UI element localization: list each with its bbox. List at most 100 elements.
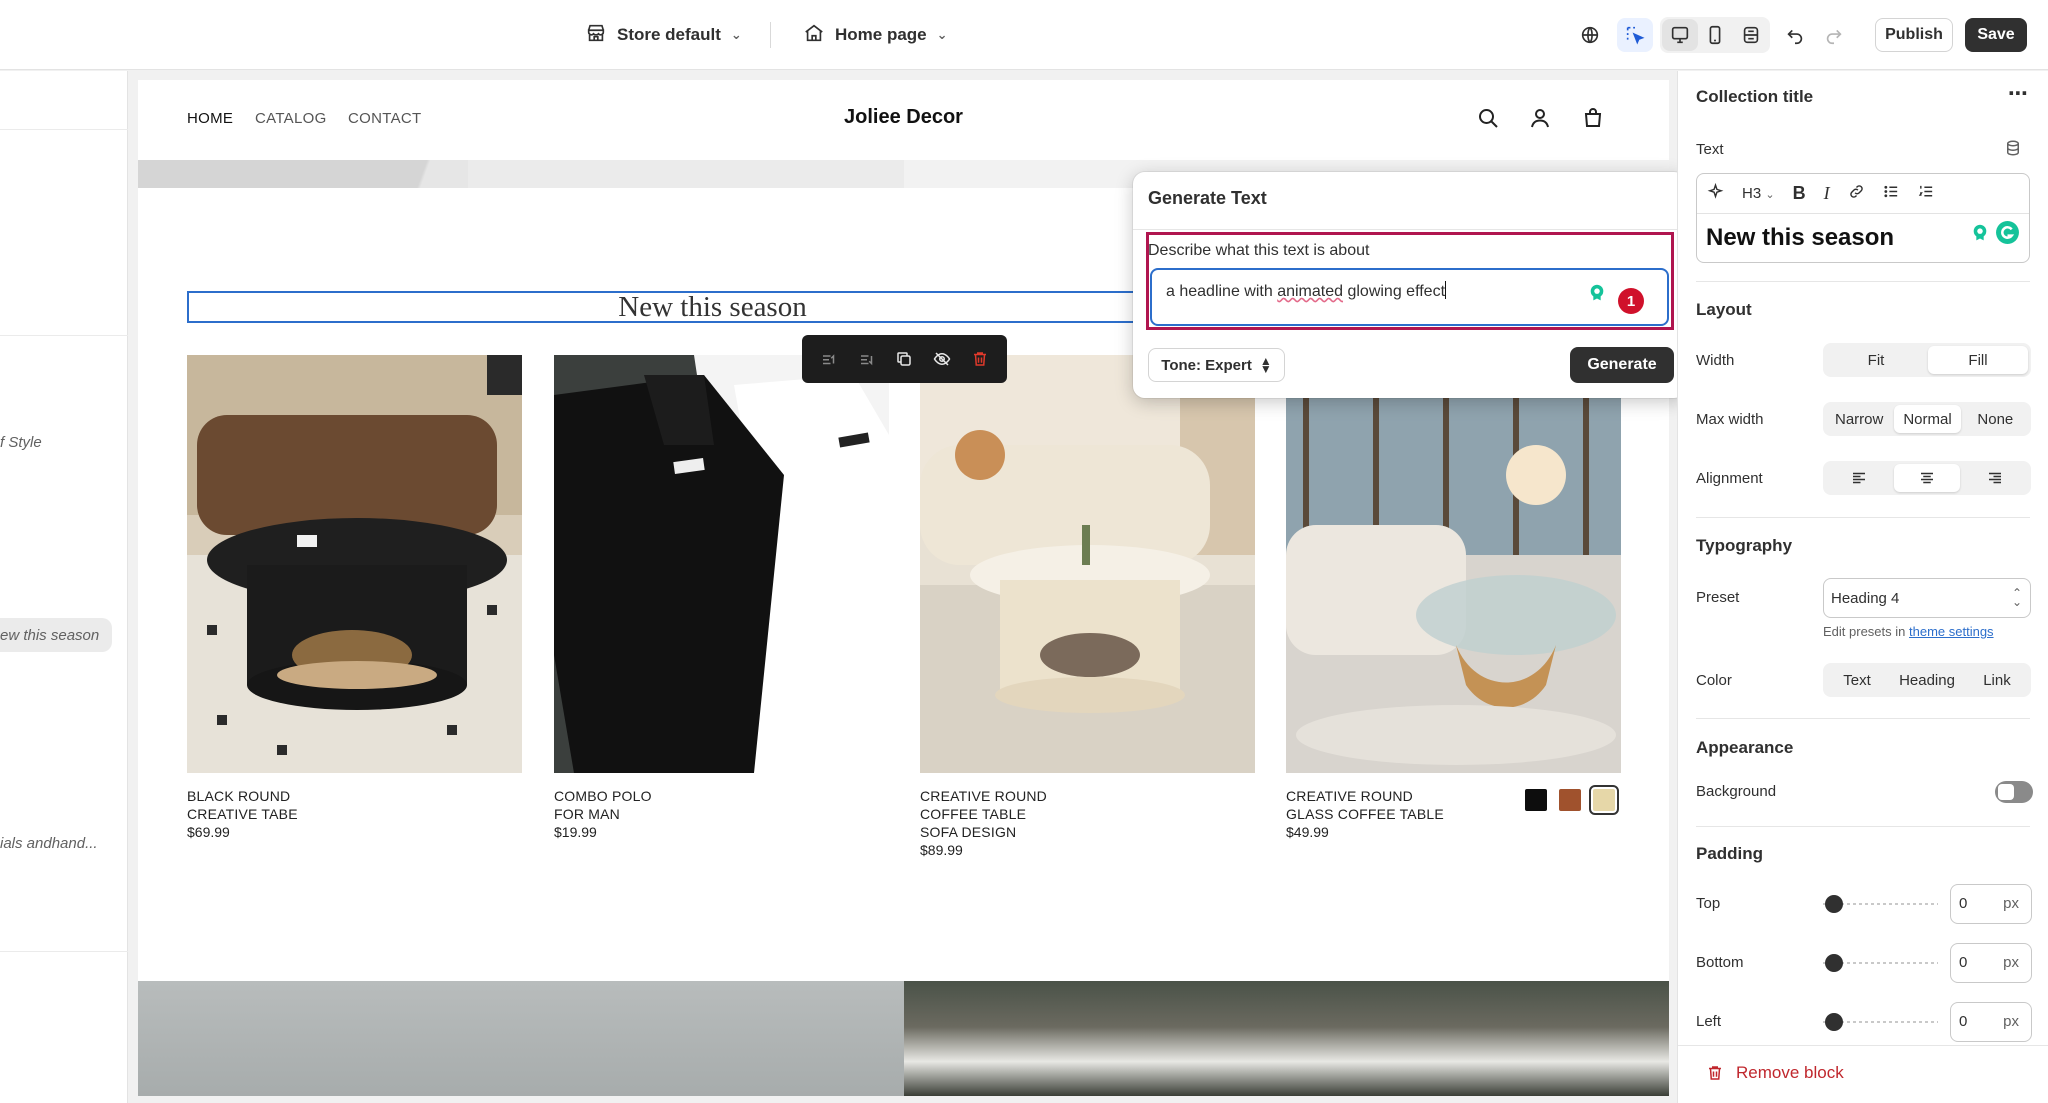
padding-bottom-slider-handle[interactable]	[1825, 954, 1843, 972]
duplicate-icon[interactable]	[894, 349, 914, 369]
align-center-icon[interactable]	[1894, 464, 1960, 492]
color-option-text[interactable]: Text	[1826, 666, 1888, 694]
width-option-fit[interactable]: Fit	[1826, 346, 1926, 374]
app-embeds-button[interactable]	[1572, 18, 1608, 52]
alignment-segmented-control	[1823, 461, 2031, 495]
tone-selector[interactable]: Tone: Expert ▲ ▼	[1148, 348, 1285, 382]
padding-top-input[interactable]: 0 px	[1950, 884, 2032, 924]
store-selector[interactable]: Store default ⌄	[585, 18, 742, 52]
hero-image-left	[138, 160, 468, 188]
product-name[interactable]: CREATIVE ROUND COFFEE TABLE SOFA DESIGN	[920, 787, 1255, 841]
popover-divider	[1133, 229, 1686, 230]
search-icon[interactable]	[1476, 106, 1502, 132]
alignment-label: Alignment	[1696, 470, 1763, 487]
color-swatch[interactable]	[1525, 789, 1547, 811]
max-width-option-none[interactable]: None	[1963, 405, 2028, 433]
sidebar-item-materials[interactable]: ials andhand...	[0, 835, 98, 852]
section-divider	[1696, 826, 2030, 827]
product-image[interactable]	[554, 355, 889, 773]
numbered-list-icon[interactable]	[1918, 183, 1935, 204]
color-swatch-selected[interactable]	[1589, 785, 1619, 815]
fullscreen-preview-button[interactable]	[1733, 18, 1769, 52]
product-card[interactable]: CREATIVE ROUND GLASS COFFEE TABLE $49.99	[1286, 355, 1621, 841]
product-card[interactable]: COMBO POLO FOR MAN $19.99	[554, 355, 889, 841]
undo-button[interactable]	[1777, 18, 1813, 52]
product-price: $19.99	[554, 824, 597, 840]
padding-bottom-label: Bottom	[1696, 954, 1744, 971]
store-brand[interactable]: Joliee Decor	[138, 106, 1669, 129]
banner-image-right	[904, 981, 1669, 1096]
max-width-option-normal[interactable]: Normal	[1894, 405, 1961, 433]
grammarly-icon[interactable]	[1969, 222, 1991, 244]
prompt-textarea[interactable]: a headline with animated glowing effect	[1150, 268, 1669, 326]
chevron-updown-icon: ⌃ ⌄	[2011, 586, 2022, 609]
preset-select[interactable]: Heading 4 ⌃ ⌄	[1823, 578, 2031, 618]
padding-heading: Padding	[1696, 844, 1764, 863]
move-down-icon[interactable]	[857, 349, 877, 369]
sidebar-item-style[interactable]: f Style	[0, 434, 42, 451]
account-icon[interactable]	[1528, 106, 1554, 132]
section-title-selected[interactable]: New this season	[187, 291, 1238, 323]
layout-icon	[1743, 26, 1759, 44]
color-swatch[interactable]	[1559, 789, 1581, 811]
padding-bottom-input[interactable]: 0 px	[1950, 943, 2032, 983]
product-card[interactable]: BLACK ROUND CREATIVE TABE $69.99	[187, 355, 522, 841]
cursor-select-icon	[1626, 26, 1645, 45]
save-button[interactable]: Save	[1965, 18, 2027, 52]
generate-text-popover: Generate Text Describe what this text is…	[1133, 172, 1686, 398]
chevron-down-icon: ⌄	[936, 27, 948, 42]
max-width-segmented-control: Narrow Normal None	[1823, 402, 2031, 436]
padding-left-input[interactable]: 0 px	[1950, 1002, 2032, 1042]
move-up-icon[interactable]	[819, 349, 839, 369]
publish-button[interactable]: Publish	[1875, 18, 1953, 52]
trash-icon	[1709, 1066, 1721, 1080]
bullet-list-icon[interactable]	[1883, 183, 1900, 204]
mobile-preview-button[interactable]	[1697, 18, 1733, 52]
page-selector-label: Home page	[835, 25, 927, 44]
page-selector[interactable]: Home page ⌄	[803, 18, 948, 52]
color-option-heading[interactable]: Heading	[1890, 666, 1964, 694]
product-name[interactable]: COMBO POLO FOR MAN	[554, 787, 889, 823]
align-left-icon[interactable]	[1826, 464, 1892, 492]
product-image[interactable]	[187, 355, 522, 773]
text-value[interactable]: New this season	[1706, 224, 1894, 252]
store-icon	[585, 22, 607, 49]
redo-button[interactable]	[1816, 18, 1852, 52]
color-label: Color	[1696, 672, 1732, 689]
product-image[interactable]	[1286, 355, 1621, 773]
section-divider	[1696, 281, 2030, 282]
delete-icon[interactable]	[970, 349, 990, 369]
remove-block-button[interactable]: Remove block	[1706, 1063, 1844, 1083]
hide-icon[interactable]	[932, 349, 952, 369]
align-right-icon[interactable]	[1962, 464, 2028, 492]
bold-icon[interactable]: B	[1793, 183, 1806, 204]
grammarly-issue-badge[interactable]: 1	[1618, 288, 1644, 314]
dynamic-source-icon[interactable]	[2004, 139, 2022, 162]
sidebar-item-new-this-season[interactable]: ew this season	[0, 627, 99, 644]
desktop-preview-button[interactable]	[1662, 19, 1698, 51]
theme-settings-link[interactable]: theme settings	[1909, 624, 1994, 639]
inspector-toggle-button[interactable]	[1617, 18, 1653, 52]
product-name[interactable]: BLACK ROUND CREATIVE TABE	[187, 787, 522, 823]
grammarly-icon[interactable]	[1586, 282, 1608, 304]
background-toggle[interactable]	[1995, 781, 2033, 803]
padding-left-slider-handle[interactable]	[1825, 1013, 1843, 1031]
link-icon[interactable]	[1848, 183, 1865, 204]
product-image[interactable]	[920, 355, 1255, 773]
italic-icon[interactable]: I	[1824, 183, 1830, 204]
heading-level-select[interactable]: H3 ⌄	[1742, 185, 1775, 202]
cart-icon[interactable]	[1581, 106, 1607, 132]
padding-top-label: Top	[1696, 895, 1721, 912]
width-option-fill[interactable]: Fill	[1928, 346, 2028, 374]
max-width-option-narrow[interactable]: Narrow	[1826, 405, 1892, 433]
color-option-link[interactable]: Link	[1966, 666, 2028, 694]
padding-top-slider-handle[interactable]	[1825, 895, 1843, 913]
generate-button[interactable]: Generate	[1570, 347, 1674, 383]
ai-sparkle-icon[interactable]	[1707, 182, 1724, 204]
topbar-divider	[770, 22, 771, 48]
more-actions-icon[interactable]: ⋯	[2008, 81, 2029, 106]
product-card[interactable]: CREATIVE ROUND COFFEE TABLE SOFA DESIGN …	[920, 355, 1255, 859]
padding-left-label: Left	[1696, 1013, 1722, 1030]
grammarly-g-icon[interactable]	[1995, 220, 2020, 245]
rich-text-editor[interactable]: H3 ⌄ B I New this season	[1696, 173, 2030, 263]
